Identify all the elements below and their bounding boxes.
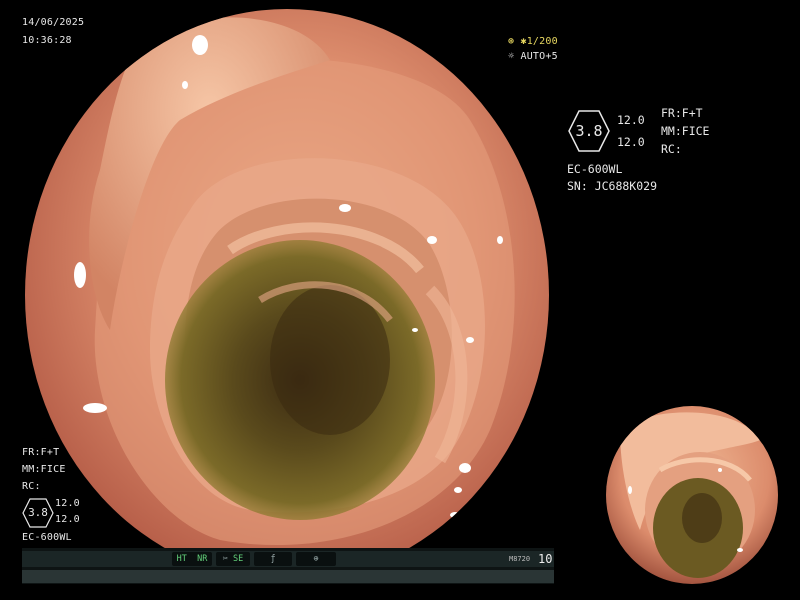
iris-icon: ⊛ xyxy=(508,36,515,47)
gear-icon: ⊕ xyxy=(313,554,319,564)
gear-indicator: ⊕ xyxy=(296,552,336,566)
left-mm-label: MM:FICE xyxy=(22,464,66,475)
right-fr-label: FR:F+T xyxy=(661,106,703,120)
se-label: SE xyxy=(233,554,244,564)
se-indicator: ✂ SE xyxy=(216,552,250,566)
auto-row: ☼ AUTO+5 xyxy=(508,51,558,63)
hexagon-value-left: 3.8 xyxy=(28,506,48,519)
ht-label: HT xyxy=(176,554,187,564)
ht-nr-indicator: HT NR xyxy=(172,552,212,566)
shutter-label: 1/200 xyxy=(526,36,558,47)
counter-label: 10 xyxy=(538,552,553,566)
model-code-label: M8720 xyxy=(509,555,531,563)
hexagon-value-right: 3.8 xyxy=(575,122,603,140)
status-bar: HT NR ✂ SE ƒ ⊕ M8720 10 xyxy=(22,548,554,584)
left-value-top: 12.0 xyxy=(55,498,80,509)
left-value-bottom: 12.0 xyxy=(55,514,80,525)
right-value-top: 12.0 xyxy=(617,113,645,127)
brightness-icon: ☼ xyxy=(508,51,515,62)
left-fr-label: FR:F+T xyxy=(22,447,60,458)
flash-icon: ƒ xyxy=(270,554,276,564)
status-bar-bottom-row xyxy=(22,570,554,583)
right-rc-label: RC: xyxy=(661,142,682,156)
right-mm-label: MM:FICE xyxy=(661,124,710,138)
scissors-icon: ✂ xyxy=(222,554,228,564)
left-rc-label: RC: xyxy=(22,481,41,492)
date-label: 14/06/2025 xyxy=(22,17,85,28)
nr-label: NR xyxy=(197,554,208,564)
left-scope-model: EC-600WL xyxy=(22,532,72,543)
shutter-row: ⊛ ✱1/200 xyxy=(508,36,558,48)
right-value-bottom: 12.0 xyxy=(617,135,645,149)
auto-mode-label: AUTO+5 xyxy=(520,51,558,62)
time-label: 10:36:28 xyxy=(22,35,72,46)
right-serial: SN: JC688K029 xyxy=(567,179,658,193)
flash-indicator: ƒ xyxy=(254,552,292,566)
right-scope-model: EC-600WL xyxy=(567,162,623,176)
endoscope-thumbnail-view xyxy=(606,406,778,584)
